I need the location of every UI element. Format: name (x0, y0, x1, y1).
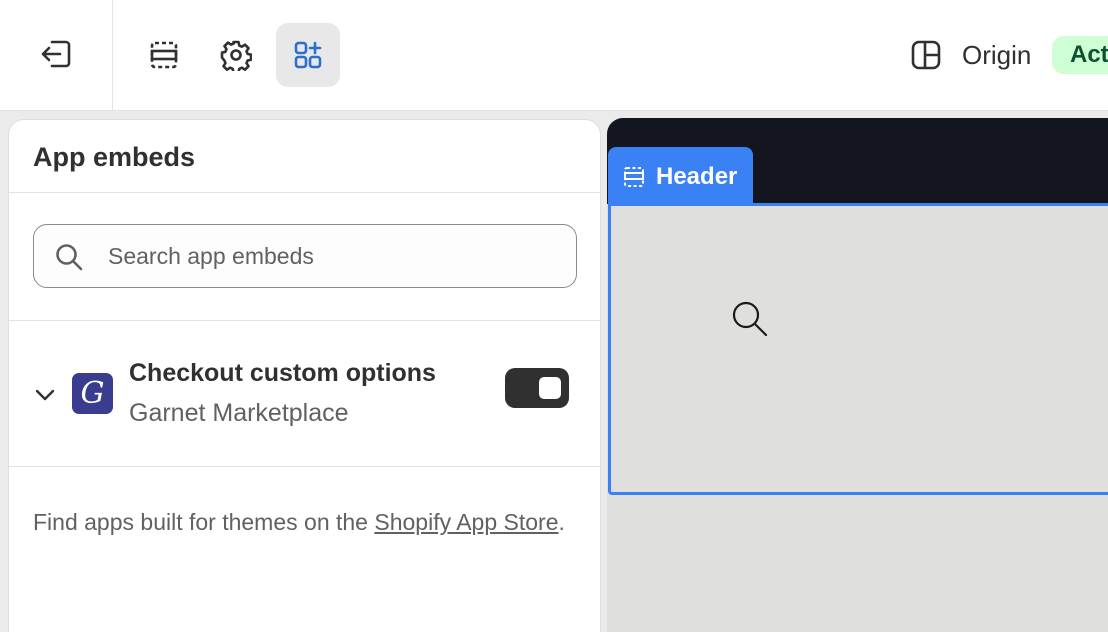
theme-preview: Header (607, 118, 1108, 632)
footer-text-before: Find apps built for themes on the (33, 509, 375, 535)
layout-icon (911, 40, 941, 70)
embed-vendor: Garnet Marketplace (129, 399, 349, 427)
top-bar: Origin Active (0, 0, 1108, 111)
app-embed-item: G Checkout custom options Garnet Marketp… (9, 321, 600, 467)
sections-icon (624, 167, 644, 187)
section-tag[interactable]: Header (608, 147, 754, 207)
section-tag-label: Header (656, 163, 738, 190)
sections-icon (150, 41, 178, 69)
app-store-link[interactable]: Shopify App Store (374, 509, 558, 535)
embed-name: Checkout custom options (129, 359, 436, 387)
panel-title: App embeds (33, 142, 196, 172)
search-icon (56, 244, 83, 271)
header-section-outline[interactable] (608, 203, 1108, 495)
app-logo: G (72, 373, 113, 414)
footer-text-after: . (558, 509, 565, 535)
app-logo-letter: G (80, 375, 105, 411)
template-name[interactable]: Origin (962, 40, 1031, 71)
panel-header: App embeds (9, 120, 600, 193)
exit-container (0, 0, 113, 110)
toggle-knob (539, 377, 561, 399)
search-input[interactable] (108, 225, 558, 287)
app-embeds-button[interactable] (276, 23, 340, 87)
theme-settings-button[interactable] (204, 23, 268, 87)
sections-button[interactable] (132, 23, 196, 87)
status-badge: Active (1052, 36, 1108, 74)
app-embeds-panel: App embeds G Checkout custom options Gar… (8, 119, 601, 632)
footer-text: Find apps built for themes on the Shopif… (33, 502, 578, 542)
exit-icon (41, 40, 71, 68)
chevron-down-icon[interactable] (33, 383, 57, 407)
gear-icon (220, 40, 252, 71)
embed-toggle[interactable] (505, 368, 569, 408)
search-icon[interactable] (729, 298, 771, 340)
apps-icon (294, 41, 322, 69)
exit-button[interactable] (24, 22, 88, 86)
search-section (9, 193, 600, 321)
search-box[interactable] (33, 224, 577, 288)
